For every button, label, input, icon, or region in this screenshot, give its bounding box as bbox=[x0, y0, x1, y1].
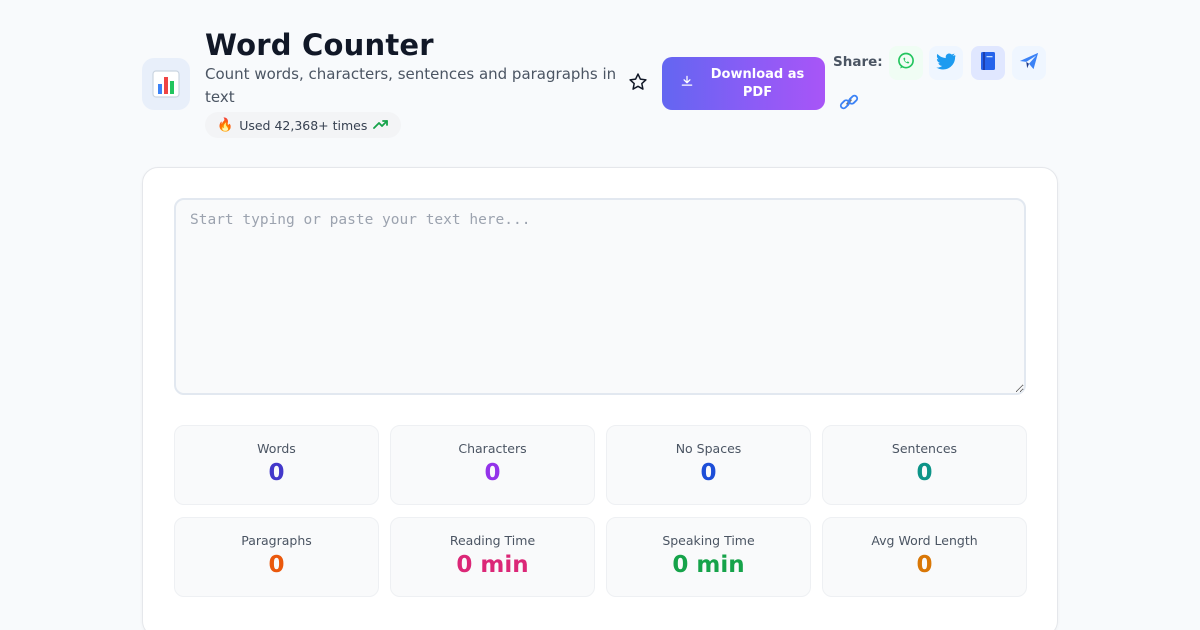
share-telegram-button[interactable] bbox=[1012, 46, 1046, 80]
facebook-icon bbox=[979, 51, 997, 75]
stat-paragraphs: Paragraphs 0 bbox=[174, 517, 379, 597]
stat-value: 0 min bbox=[456, 552, 529, 578]
favorite-button[interactable] bbox=[625, 71, 651, 97]
download-pdf-button[interactable]: Download as PDF bbox=[662, 57, 825, 110]
stat-label: Speaking Time bbox=[662, 533, 755, 548]
star-icon bbox=[628, 72, 648, 96]
share-whatsapp-button[interactable] bbox=[889, 46, 923, 80]
word-counter-page: Word Counter Count words, characters, se… bbox=[0, 0, 1200, 630]
share-facebook-button[interactable] bbox=[971, 46, 1005, 80]
stat-characters: Characters 0 bbox=[390, 425, 595, 505]
stat-label: No Spaces bbox=[675, 441, 742, 456]
text-input[interactable] bbox=[174, 198, 1026, 395]
download-pdf-label: Download as PDF bbox=[710, 66, 805, 100]
stat-value: 0 bbox=[484, 460, 501, 486]
stat-no-spaces: No Spaces 0 bbox=[606, 425, 811, 505]
stat-sentences: Sentences 0 bbox=[822, 425, 1027, 505]
usage-count-text: Used 42,368+ times bbox=[239, 117, 368, 133]
share-twitter-button[interactable] bbox=[929, 46, 963, 80]
twitter-icon bbox=[935, 51, 957, 75]
download-icon bbox=[680, 74, 694, 94]
stat-avg-word-length: Avg Word Length 0 bbox=[822, 517, 1027, 597]
page-subtitle: Count words, characters, sentences and p… bbox=[205, 65, 617, 106]
share-label: Share: bbox=[833, 54, 883, 70]
stat-value: 0 bbox=[916, 460, 933, 486]
fire-icon: 🔥 bbox=[217, 117, 234, 133]
copy-link-button[interactable] bbox=[832, 87, 866, 121]
stat-label: Avg Word Length bbox=[871, 533, 978, 548]
stat-words: Words 0 bbox=[174, 425, 379, 505]
stat-speaking-time: Speaking Time 0 min bbox=[606, 517, 811, 597]
stat-value: 0 bbox=[916, 552, 933, 578]
stat-value: 0 bbox=[700, 460, 717, 486]
stat-reading-time: Reading Time 0 min bbox=[390, 517, 595, 597]
stat-label: Paragraphs bbox=[241, 533, 312, 548]
bar-chart-icon bbox=[142, 58, 190, 110]
usage-badge: 🔥 Used 42,368+ times bbox=[205, 112, 402, 138]
stat-value: 0 bbox=[268, 552, 285, 578]
stat-label: Words bbox=[257, 441, 296, 456]
telegram-icon bbox=[1018, 51, 1040, 75]
stat-label: Reading Time bbox=[449, 533, 536, 548]
whatsapp-icon bbox=[896, 51, 916, 75]
stat-value: 0 min bbox=[672, 552, 745, 578]
trending-up-icon bbox=[373, 118, 389, 133]
page-title: Word Counter bbox=[205, 28, 434, 62]
stat-label: Characters bbox=[458, 441, 527, 456]
link-icon bbox=[838, 91, 860, 117]
stat-label: Sentences bbox=[891, 441, 958, 456]
stat-value: 0 bbox=[268, 460, 285, 486]
